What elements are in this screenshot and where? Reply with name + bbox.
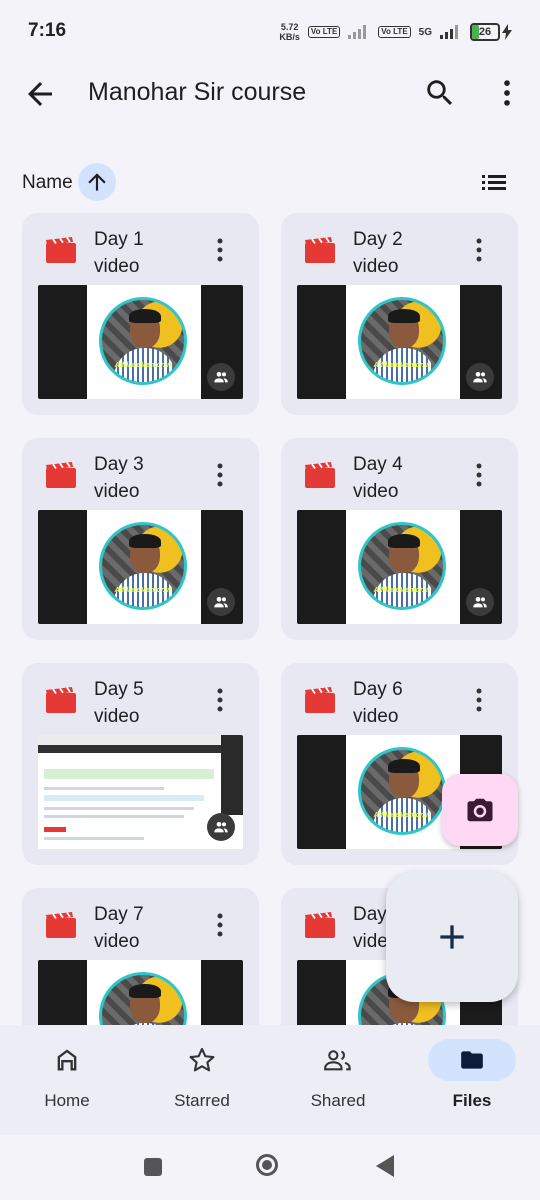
home-icon <box>23 1039 111 1081</box>
signal-icon <box>348 25 367 39</box>
file-card[interactable]: Day 3 video AffiliateMentor.in <box>22 438 259 640</box>
nav-shared[interactable]: Shared <box>283 1039 393 1129</box>
battery-indicator: 26 <box>470 23 512 41</box>
video-thumbnail <box>38 735 243 849</box>
top-app-bar: Manohar Sir course <box>0 62 540 134</box>
thumbnail-brand: AffiliateMentor.in <box>114 362 172 369</box>
people-icon <box>207 588 235 616</box>
status-icons: 5.72 KB/s Vo LTE Vo LTE 5G 26 <box>279 22 512 42</box>
more-vert-icon[interactable] <box>490 76 526 112</box>
video-file-icon <box>46 462 76 488</box>
video-thumbnail: AffiliateMentor.in <box>38 285 243 399</box>
file-card[interactable]: Day 1 video AffiliateMentor.in <box>22 213 259 415</box>
more-vert-icon[interactable] <box>208 460 232 490</box>
arrow-left-icon[interactable] <box>22 76 58 112</box>
people-icon <box>466 363 494 391</box>
signal-icon-2 <box>440 25 458 39</box>
sort-label[interactable]: Name <box>22 172 73 194</box>
nav-starred-label: Starred <box>174 1091 230 1110</box>
file-card[interactable]: Day 2 video AffiliateMentor.in <box>281 213 518 415</box>
file-name: Day 4 video <box>353 454 403 502</box>
battery-level: 26 <box>478 26 492 38</box>
file-name: Day 5 video <box>94 679 144 727</box>
people-icon <box>207 813 235 841</box>
portrait-image: AffiliateMentor.in <box>358 522 446 610</box>
recents-button[interactable] <box>144 1158 162 1176</box>
people-icon <box>466 588 494 616</box>
star-icon <box>158 1039 246 1081</box>
portrait-image: AffiliateMentor.in <box>358 747 446 835</box>
volte-badge-1: Vo LTE <box>307 26 341 38</box>
more-vert-icon[interactable] <box>467 235 491 265</box>
video-file-icon <box>46 237 76 263</box>
status-bar: 7:16 5.72 KB/s Vo LTE Vo LTE 5G 26 <box>0 0 540 62</box>
bottom-navigation: Home Starred Shared Files <box>0 1025 540 1135</box>
battery-fill <box>472 25 479 39</box>
scan-camera-button[interactable] <box>442 774 518 846</box>
status-time: 7:16 <box>28 20 67 41</box>
arrow-up-icon <box>88 173 106 191</box>
more-vert-icon[interactable] <box>208 235 232 265</box>
back-system-button[interactable] <box>376 1155 396 1177</box>
file-name: Day 2 video <box>353 229 403 277</box>
sort-bar: Name <box>0 162 540 202</box>
file-card[interactable]: Day 7 video AffiliateMentor.in <box>22 888 259 1025</box>
video-file-icon <box>305 462 335 488</box>
portrait-image: AffiliateMentor.in <box>99 297 187 385</box>
system-navigation-bar <box>0 1135 540 1200</box>
file-name: Day 1 video <box>94 229 144 277</box>
thumbnail-brand: AffiliateMentor.in <box>373 812 431 819</box>
video-file-icon <box>305 912 335 938</box>
video-thumbnail: AffiliateMentor.in <box>38 960 243 1025</box>
folder-icon <box>428 1039 516 1081</box>
more-vert-icon[interactable] <box>467 685 491 715</box>
net-speed: 5.72 KB/s <box>279 22 300 42</box>
file-card[interactable]: Day 5 video <box>22 663 259 865</box>
file-name: Day 6 video <box>353 679 403 727</box>
more-vert-icon[interactable] <box>208 685 232 715</box>
new-item-button[interactable] <box>386 872 518 1002</box>
video-file-icon <box>305 687 335 713</box>
nav-files[interactable]: Files <box>417 1039 527 1129</box>
sort-direction-button[interactable] <box>78 163 116 201</box>
nav-home[interactable]: Home <box>12 1039 122 1129</box>
list-view-icon[interactable] <box>478 167 514 197</box>
video-thumbnail: AffiliateMentor.in <box>297 510 502 624</box>
file-name: Day 7 video <box>94 904 144 952</box>
more-vert-icon[interactable] <box>208 910 232 940</box>
people-icon <box>207 363 235 391</box>
nav-shared-label: Shared <box>310 1091 366 1110</box>
people-icon <box>294 1039 382 1081</box>
charging-icon <box>502 24 512 40</box>
file-card[interactable]: Day 4 video AffiliateMentor.in <box>281 438 518 640</box>
nav-starred[interactable]: Starred <box>147 1039 257 1129</box>
more-vert-icon[interactable] <box>467 460 491 490</box>
thumbnail-brand: AffiliateMentor.in <box>114 587 172 594</box>
portrait-image: AffiliateMentor.in <box>358 297 446 385</box>
network-type: 5G <box>418 26 432 38</box>
page-title: Manohar Sir course <box>88 78 307 106</box>
video-file-icon <box>46 912 76 938</box>
video-file-icon <box>305 237 335 263</box>
portrait-image: AffiliateMentor.in <box>99 522 187 610</box>
video-thumbnail: AffiliateMentor.in <box>297 285 502 399</box>
home-system-button[interactable] <box>256 1154 278 1176</box>
thumbnail-brand: AffiliateMentor.in <box>373 587 431 594</box>
nav-home-label: Home <box>44 1091 90 1110</box>
net-speed-value: 5.72 <box>280 22 299 32</box>
plus-icon <box>440 925 464 949</box>
video-thumbnail: AffiliateMentor.in <box>38 510 243 624</box>
nav-files-label: Files <box>452 1091 492 1110</box>
file-name: Day 3 video <box>94 454 144 502</box>
net-speed-unit: KB/s <box>279 32 300 42</box>
search-icon[interactable] <box>423 76 459 112</box>
video-file-icon <box>46 687 76 713</box>
camera-icon <box>467 798 493 822</box>
thumbnail-brand: AffiliateMentor.in <box>373 362 431 369</box>
volte-badge-2: Vo LTE <box>378 26 411 38</box>
